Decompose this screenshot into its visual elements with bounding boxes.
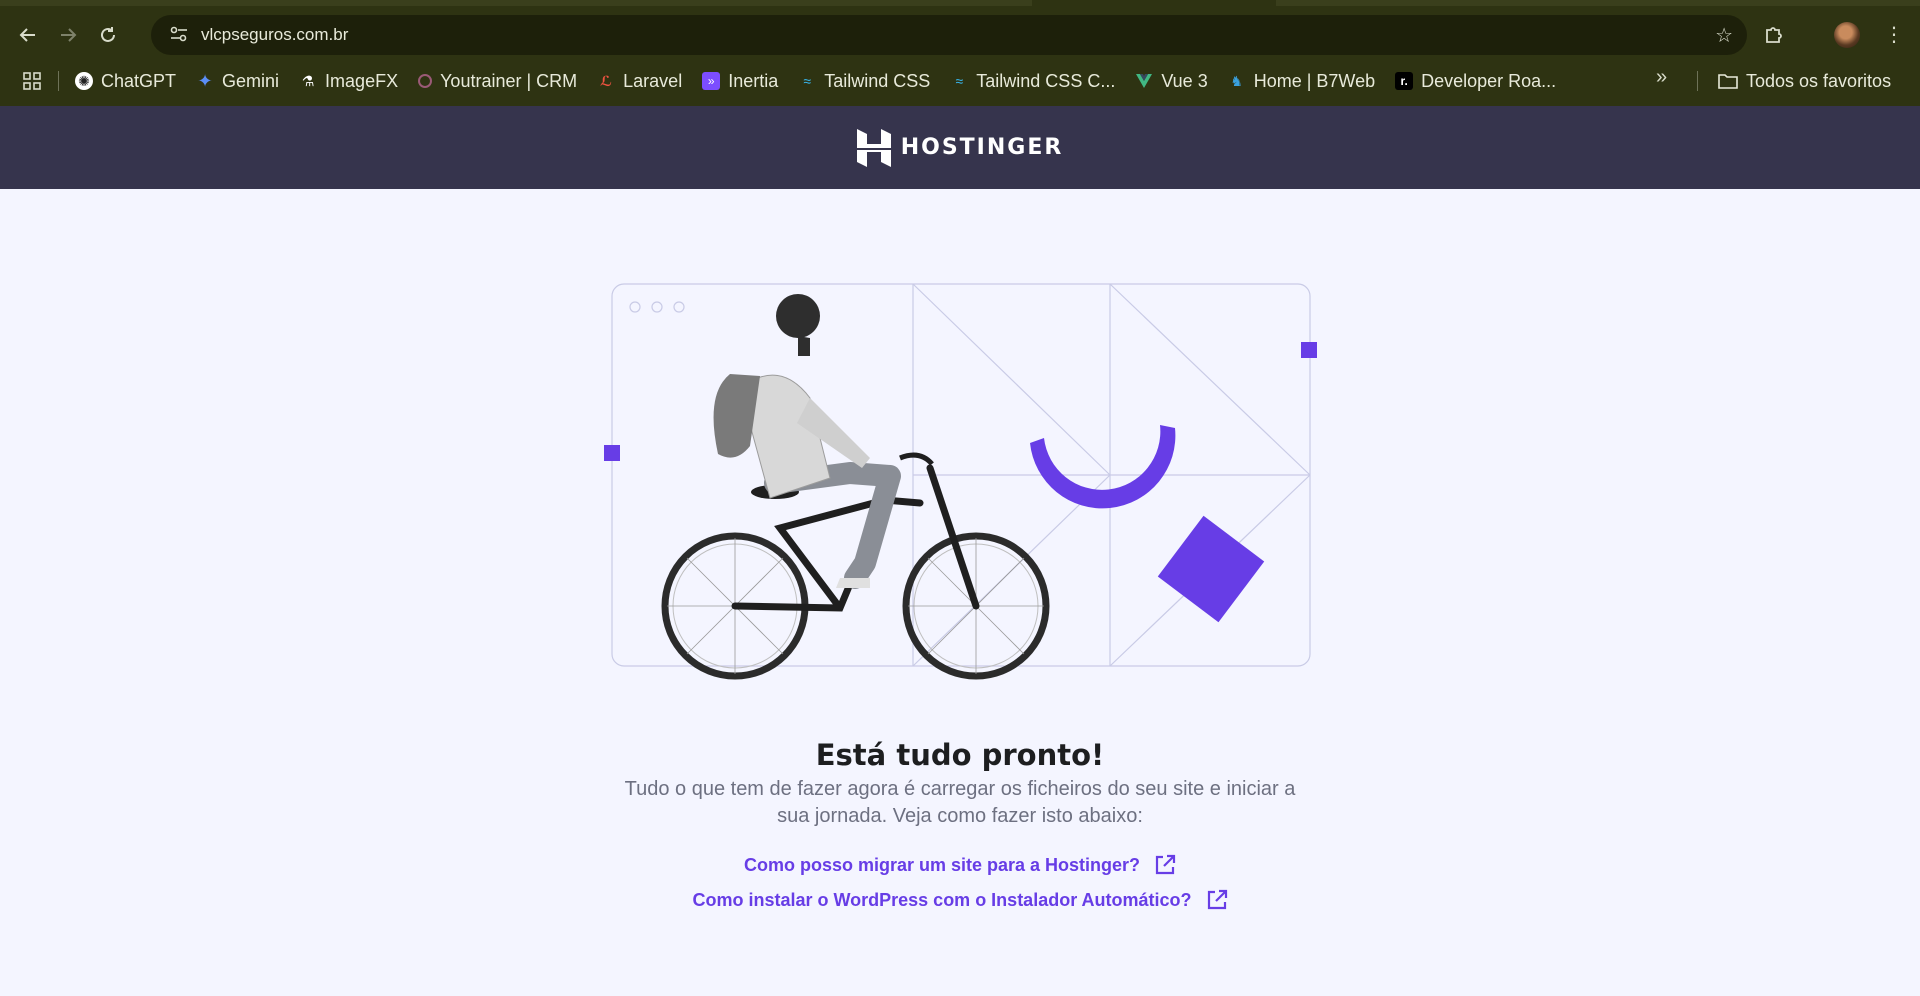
circle-icon <box>418 74 433 88</box>
tab-strip <box>0 0 1920 6</box>
page-title: Está tudo pronto! <box>815 738 1105 772</box>
tailwind-icon: ≈ <box>955 73 964 89</box>
all-bookmarks-label: Todos os favoritos <box>1746 70 1892 91</box>
bookmark-label: Gemini <box>222 70 280 91</box>
bookmark-label: Inertia <box>728 70 779 91</box>
roadmap-icon: r. <box>1395 72 1414 90</box>
bookmark-inertia[interactable]: » Inertia <box>692 66 788 96</box>
bookmark-b7web[interactable]: ♞ Home | B7Web <box>1218 66 1385 96</box>
bookmark-imagefx[interactable]: ⚗ ImageFX <box>289 66 408 96</box>
window-dot <box>629 301 641 313</box>
bookmark-star-icon[interactable]: ☆ <box>1715 23 1733 48</box>
bookmark-chatgpt[interactable]: ✺ ChatGPT <box>65 66 186 96</box>
inertia-icon: » <box>702 72 721 90</box>
bookmarks-bar: ✺ ChatGPT ✦ Gemini ⚗ ImageFX Youtrainer … <box>0 66 1920 96</box>
reload-button[interactable] <box>88 15 128 55</box>
bookmark-laravel[interactable]: ℒ Laravel <box>587 66 692 96</box>
install-wordpress-link[interactable]: Como instalar o WordPress com o Instalad… <box>0 889 1920 911</box>
install-wordpress-link-text: Como instalar o WordPress com o Instalad… <box>692 889 1192 910</box>
external-link-icon <box>1207 889 1227 910</box>
bookmark-label: Youtrainer | CRM <box>440 70 578 91</box>
address-bar[interactable]: vlcpseguros.com.br ☆ <box>151 15 1747 55</box>
bookmark-label: Laravel <box>623 70 683 91</box>
page-subtitle: Tudo o que tem de fazer agora é carregar… <box>624 778 1296 827</box>
bookmark-label: Home | B7Web <box>1253 70 1376 91</box>
bookmark-label: ImageFX <box>325 70 399 91</box>
bookmark-youtrainer[interactable]: Youtrainer | CRM <box>408 66 587 96</box>
bookmarks-separator <box>58 71 59 91</box>
extensions-icon[interactable] <box>1764 24 1784 50</box>
bookmark-tailwind[interactable]: ≈ Tailwind CSS <box>788 66 940 96</box>
accent-square-left <box>604 445 620 461</box>
browser-chrome: vlcpseguros.com.br ☆ ⋮ ✺ ChatGPT ✦ Gemin… <box>0 0 1920 106</box>
reload-icon <box>101 27 115 42</box>
grid-lines <box>912 283 1311 667</box>
window-dot <box>673 301 685 313</box>
browser-toolbar: vlcpseguros.com.br ☆ ⋮ <box>0 10 1920 60</box>
bookmark-vue[interactable]: Vue 3 <box>1125 66 1217 96</box>
bookmark-label: ChatGPT <box>101 70 177 91</box>
bookmark-roadmap[interactable]: r. Developer Roa... <box>1385 66 1566 96</box>
accent-diamond <box>1157 515 1265 623</box>
migrate-site-link[interactable]: Como posso migrar um site para a Hosting… <box>0 854 1920 876</box>
browser-menu-icon[interactable]: ⋮ <box>1884 22 1904 47</box>
migrate-site-link-text: Como posso migrar um site para a Hosting… <box>743 854 1141 875</box>
bookmarks-overflow-button[interactable]: » <box>1656 66 1667 89</box>
hostinger-logo[interactable]: HOSTINGER <box>856 128 1064 167</box>
profile-avatar[interactable] <box>1834 22 1860 48</box>
apps-grid-icon[interactable] <box>12 66 52 96</box>
bookmark-label: Tailwind CSS C... <box>976 70 1116 91</box>
hostinger-logo-icon <box>856 128 891 167</box>
flask-icon: ⚗ <box>301 72 315 89</box>
bookmark-label: Vue 3 <box>1161 70 1208 91</box>
back-button[interactable] <box>8 15 48 55</box>
window-dot <box>651 301 663 313</box>
cyclist-figure <box>661 294 1050 680</box>
site-header: HOSTINGER <box>0 106 1920 189</box>
chatgpt-icon: ✺ <box>75 72 93 90</box>
bookmark-tailwind-components[interactable]: ≈ Tailwind CSS C... <box>940 66 1125 96</box>
bookmarks-separator <box>1697 71 1698 91</box>
external-link-icon <box>1155 854 1176 875</box>
accent-square-right <box>1301 342 1317 358</box>
site-settings-icon[interactable] <box>161 26 197 45</box>
folder-icon <box>1718 74 1738 89</box>
laravel-icon: ℒ <box>600 72 613 89</box>
active-tab[interactable] <box>1032 0 1276 6</box>
hero-illustration <box>604 283 1317 680</box>
tailwind-icon: ≈ <box>803 73 812 89</box>
forward-arrow-icon <box>61 28 77 42</box>
all-bookmarks-button[interactable]: Todos os favoritos <box>1718 66 1891 96</box>
bookmark-label: Developer Roa... <box>1421 70 1557 91</box>
brand-name: HOSTINGER <box>900 135 1064 160</box>
gemini-icon: ✦ <box>197 70 213 91</box>
b7web-icon: ♞ <box>1230 72 1243 89</box>
bookmark-label: Tailwind CSS <box>824 70 931 91</box>
back-arrow-icon <box>19 28 35 42</box>
url-text[interactable]: vlcpseguros.com.br <box>201 25 348 45</box>
bookmark-gemini[interactable]: ✦ Gemini <box>186 66 289 96</box>
forward-button[interactable] <box>48 15 88 55</box>
accent-arc <box>1030 425 1176 509</box>
vue-icon <box>1135 72 1153 90</box>
